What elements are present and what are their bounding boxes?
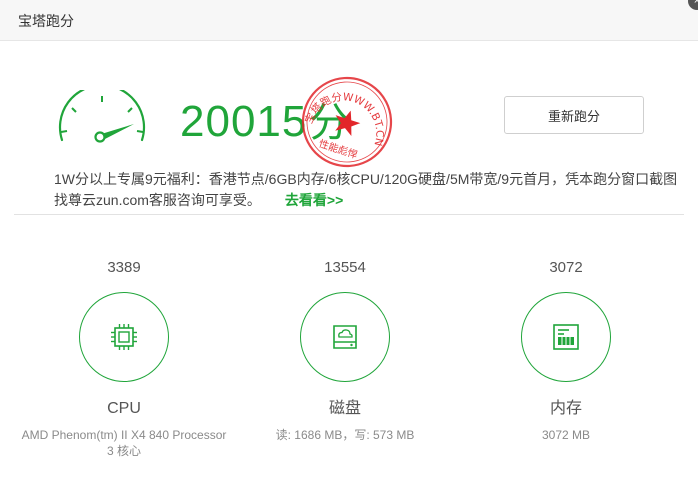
stamp-bottom-text: 性能彪悍 bbox=[317, 137, 359, 162]
disk-icon-circle bbox=[300, 292, 390, 382]
memory-icon bbox=[553, 324, 579, 350]
memory-icon-circle bbox=[521, 292, 611, 382]
disk-score: 13554 bbox=[324, 259, 366, 276]
gauge-icon bbox=[58, 90, 146, 143]
cpu-label: CPU bbox=[107, 400, 141, 417]
rerun-benchmark-button[interactable]: 重新跑分 bbox=[504, 96, 644, 134]
disk-label: 磁盘 bbox=[328, 400, 361, 417]
disk-score-card: 13554 磁盘 读: 1686 MB，写: 573 MB bbox=[225, 258, 465, 443]
cpu-icon-circle bbox=[79, 292, 169, 382]
window-title: 宝塔跑分 bbox=[18, 13, 74, 29]
disk-icon bbox=[333, 325, 357, 349]
stamp-seal-icon: 宝塔跑分WWW.BT.CN 性能彪悍 bbox=[302, 76, 396, 168]
disk-speed: 读: 1686 MB，写: 573 MB bbox=[275, 428, 415, 442]
promo-link[interactable]: 去看看>> bbox=[285, 192, 343, 208]
cpu-cores: 3 核心 bbox=[106, 444, 141, 458]
memory-label: 内存 bbox=[549, 400, 582, 417]
memory-score-card: 3072 内存 3072 MB bbox=[446, 258, 686, 443]
divider bbox=[14, 214, 684, 215]
memory-score: 3072 bbox=[549, 259, 583, 276]
cpu-model: AMD Phenom(tm) II X4 840 Processor bbox=[21, 428, 227, 442]
cpu-icon bbox=[111, 324, 137, 350]
score-value: 20015 bbox=[180, 97, 308, 146]
memory-size: 3072 MB bbox=[541, 428, 591, 442]
cpu-score-card: 3389 CPU AMD Phenom(tm) II X4 840 Proces… bbox=[4, 258, 244, 459]
promo-notice: 1W分以上专属9元福利：香港节点/6GB内存/6核CPU/120G硬盘/5M带宽… bbox=[54, 169, 686, 211]
cpu-score: 3389 bbox=[107, 259, 141, 276]
title-bar: 宝塔跑分 bbox=[0, 0, 698, 41]
promo-text: 1W分以上专属9元福利：香港节点/6GB内存/6核CPU/120G硬盘/5M带宽… bbox=[54, 171, 678, 208]
